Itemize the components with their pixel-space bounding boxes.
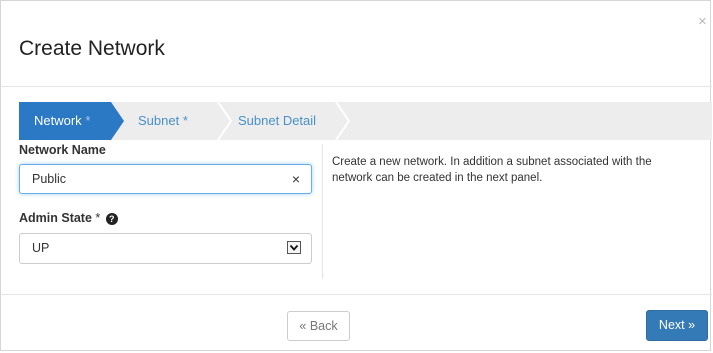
footer-divider <box>1 294 712 295</box>
back-button[interactable]: « Back <box>287 311 350 341</box>
dialog-title: Create Network <box>19 37 165 60</box>
admin-state-value: UP <box>32 241 50 255</box>
next-button[interactable]: Next » <box>646 310 708 341</box>
tab-subnet[interactable]: Subnet * <box>138 102 188 140</box>
help-description: Create a new network. In addition a subn… <box>332 156 652 184</box>
create-network-dialog: Create Network × Network * Subnet * Subn… <box>0 0 712 351</box>
network-name-value: Public <box>32 172 67 186</box>
chevron-separator-icon <box>335 102 351 140</box>
required-mark: * <box>182 113 188 128</box>
tab-subnet-label: Subnet <box>138 113 180 128</box>
question-circle-icon[interactable]: ? <box>105 213 118 225</box>
tab-network[interactable]: Network * <box>19 102 124 140</box>
admin-state-select[interactable]: UP <box>19 233 312 264</box>
clear-icon[interactable]: × <box>292 165 300 193</box>
required-mark: * <box>95 211 101 225</box>
chevron-down-icon[interactable] <box>287 241 301 254</box>
close-icon[interactable]: × <box>698 14 707 29</box>
column-divider <box>322 144 323 279</box>
network-name-input[interactable]: Public × <box>19 164 312 194</box>
tab-network-label: Network <box>34 113 82 128</box>
admin-state-label: Admin State <box>19 211 92 225</box>
network-name-label: Network Name <box>19 143 106 157</box>
header-divider <box>1 86 712 87</box>
required-mark: * <box>85 113 91 128</box>
chevron-separator-icon <box>217 102 233 140</box>
admin-state-label-group: Admin State * ? <box>19 211 118 225</box>
wizard-steps: Network * Subnet * Subnet Detail <box>19 102 712 140</box>
tab-subnet-detail[interactable]: Subnet Detail <box>238 102 316 140</box>
tab-subnet-detail-label: Subnet Detail <box>238 113 317 128</box>
